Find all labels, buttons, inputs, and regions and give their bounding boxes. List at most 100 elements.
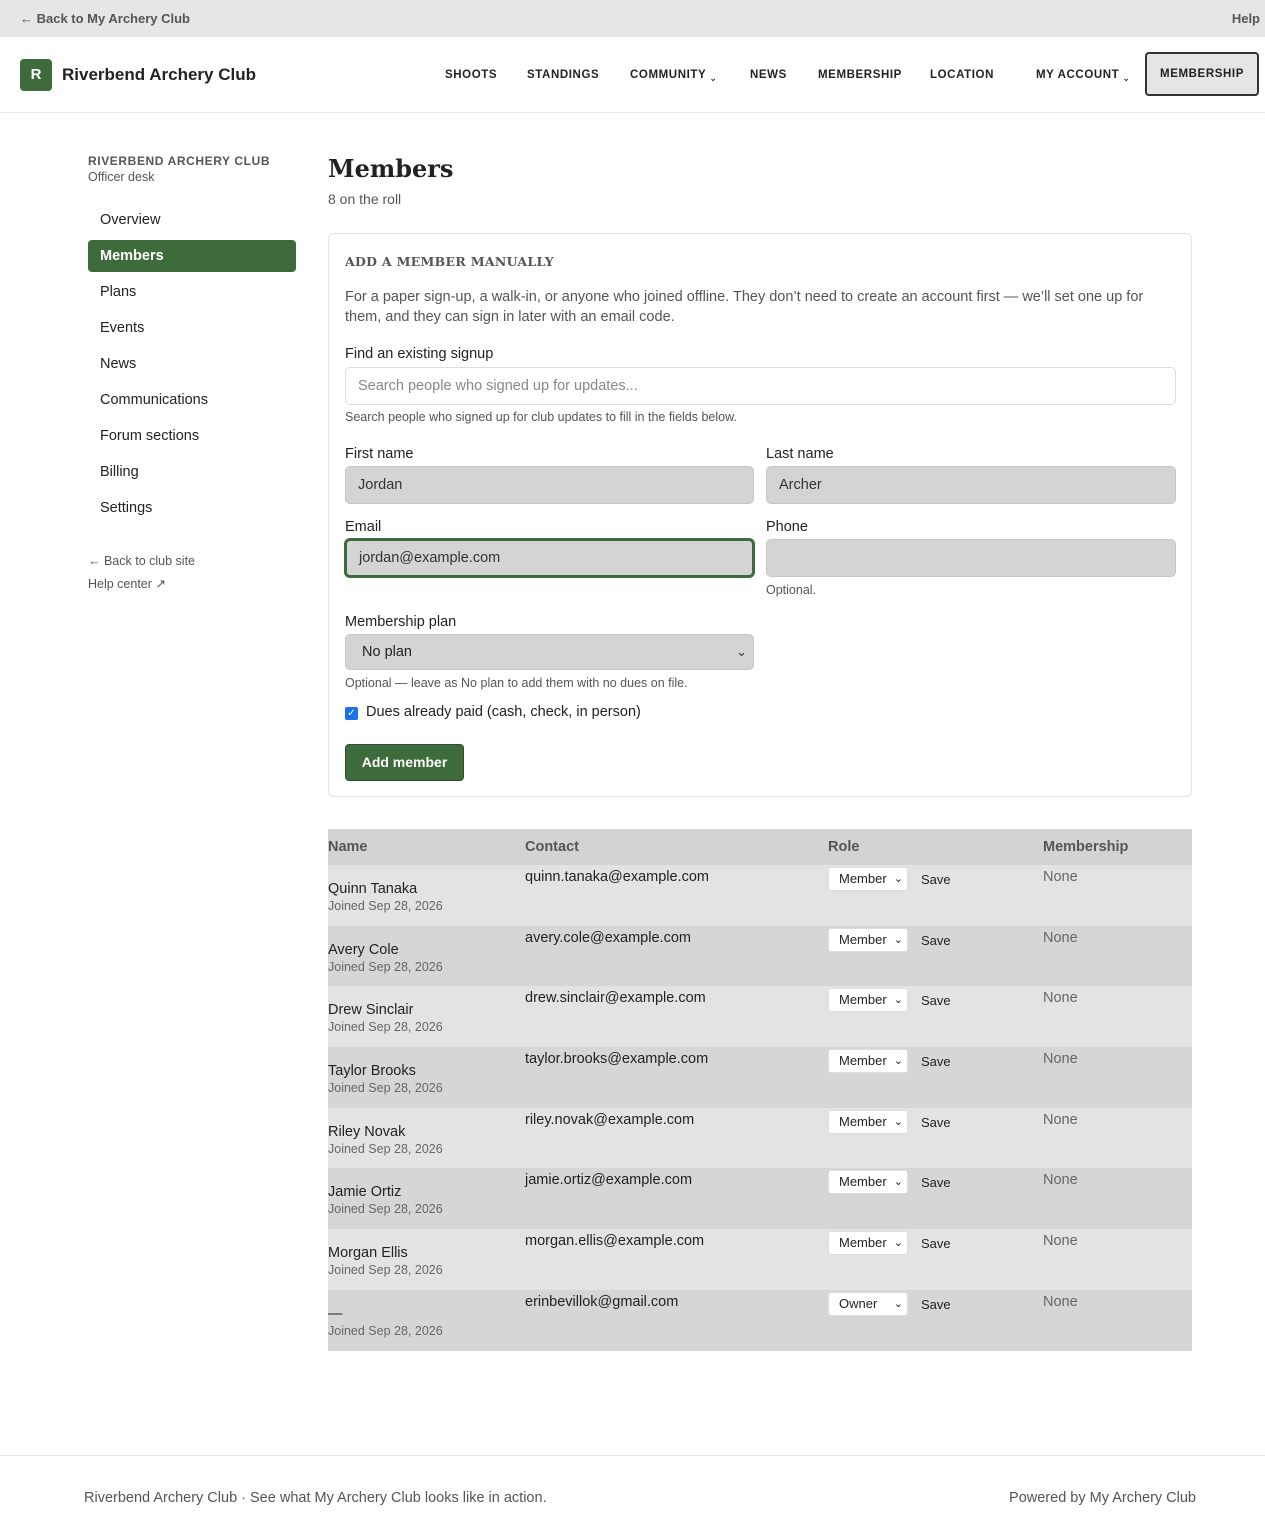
help-link[interactable]: Help: [1232, 11, 1260, 26]
column-membership[interactable]: Membership: [1043, 839, 1128, 855]
sidebar-links: ← Back to club site Help center ↗: [88, 554, 296, 591]
find-signup-search-input[interactable]: Search people who signed up for updates.…: [345, 367, 1176, 405]
role-select[interactable]: Owner ⌄: [828, 1291, 908, 1316]
member-membership: None: [1043, 1172, 1078, 1189]
sidebar-item-plans[interactable]: Plans: [88, 276, 296, 308]
role-select[interactable]: Member ⌄: [828, 1170, 908, 1195]
sidebar-nav: Overview Members Plans Events News Commu…: [88, 204, 296, 524]
first-name-label: First name: [345, 446, 414, 462]
chevron-down-icon: ⌄: [893, 1297, 903, 1310]
member-name[interactable]: Avery Cole: [328, 942, 399, 958]
role-select[interactable]: Member ⌄: [828, 867, 908, 891]
help-center-link[interactable]: Help center ↗: [88, 576, 296, 591]
add-member-description: For a paper sign-up, a walk-in, or anyon…: [345, 289, 1144, 325]
membership-plan-value: No plan: [362, 644, 412, 660]
nav-my-account[interactable]: MY ACCOUNT ⌄: [1036, 69, 1131, 83]
role-value: Owner: [839, 1295, 878, 1311]
member-email[interactable]: jamie.ortiz@example.com: [525, 1172, 692, 1188]
sidebar-item-billing[interactable]: Billing: [88, 456, 296, 488]
member-name[interactable]: —: [328, 1306, 343, 1322]
chevron-down-icon: ⌄: [1122, 73, 1131, 83]
last-name-input[interactable]: Archer: [766, 466, 1176, 504]
save-role-button[interactable]: Save: [921, 872, 951, 887]
role-value: Member: [839, 1174, 887, 1190]
phone-input[interactable]: [766, 539, 1176, 577]
member-membership: None: [1043, 990, 1078, 1007]
dues-paid-checkbox[interactable]: ✓: [345, 707, 358, 720]
member-email[interactable]: riley.novak@example.com: [525, 1112, 694, 1128]
member-email[interactable]: morgan.ellis@example.com: [525, 1233, 704, 1249]
sidebar-item-events[interactable]: Events: [88, 312, 296, 344]
role-select[interactable]: Member ⌄: [828, 927, 908, 952]
role-value: Member: [839, 871, 887, 886]
site-header: R Riverbend Archery Club SHOOTS STANDING…: [0, 37, 1265, 113]
member-email[interactable]: taylor.brooks@example.com: [525, 1051, 708, 1067]
email-input[interactable]: jordan@example.com: [345, 539, 754, 577]
member-joined-date: Joined Sep 28, 2026: [328, 1202, 443, 1217]
member-joined-date: Joined Sep 28, 2026: [328, 899, 443, 913]
save-role-button[interactable]: Save: [921, 1115, 951, 1130]
member-name[interactable]: Morgan Ellis: [328, 1245, 408, 1261]
table-row: Morgan Ellis Joined Sep 28, 2026 morgan.el…: [328, 1229, 1192, 1290]
role-select[interactable]: Member ⌄: [828, 1049, 908, 1074]
membership-plan-select[interactable]: No plan ⌄: [345, 634, 754, 670]
sidebar-item-communications[interactable]: Communications: [88, 384, 296, 416]
dues-paid-label[interactable]: Dues already paid (cash, check, in perso…: [366, 704, 641, 720]
role-select[interactable]: Member ⌄: [828, 988, 908, 1013]
member-joined-date: Joined Sep 28, 2026: [328, 1141, 443, 1156]
sidebar-item-settings[interactable]: Settings: [88, 492, 296, 524]
member-name[interactable]: Drew Sinclair: [328, 1002, 413, 1018]
member-email[interactable]: avery.cole@example.com: [525, 930, 691, 946]
save-role-button[interactable]: Save: [921, 1297, 951, 1312]
sidebar-item-members[interactable]: Members: [88, 240, 296, 272]
footer-text[interactable]: Riverbend Archery Club · See what My Arc…: [84, 1490, 547, 1506]
add-member-card: ADD A MEMBER MANUALLY For a paper sign-u…: [328, 233, 1192, 797]
save-role-button[interactable]: Save: [921, 993, 951, 1008]
member-name[interactable]: Riley Novak: [328, 1124, 405, 1140]
sidebar-item-forum-sections[interactable]: Forum sections: [88, 420, 296, 452]
nav-location[interactable]: LOCATION: [930, 69, 994, 81]
column-name[interactable]: Name: [328, 839, 368, 855]
column-contact[interactable]: Contact: [525, 839, 579, 855]
club-logo[interactable]: R: [20, 59, 52, 91]
nav-community[interactable]: COMMUNITY ⌄: [630, 69, 717, 83]
role-value: Member: [839, 931, 887, 947]
role-value: Member: [839, 992, 887, 1008]
nav-membership[interactable]: MEMBERSHIP: [818, 69, 902, 81]
nav-standings[interactable]: STANDINGS: [527, 69, 599, 81]
chevron-down-icon: ⌄: [893, 933, 903, 946]
member-name[interactable]: Taylor Brooks: [328, 1063, 416, 1079]
save-role-button[interactable]: Save: [921, 933, 951, 948]
column-role[interactable]: Role: [828, 839, 859, 855]
sidebar-item-overview[interactable]: Overview: [88, 204, 296, 236]
member-name[interactable]: Jamie Ortiz: [328, 1184, 401, 1200]
member-name[interactable]: Quinn Tanaka: [328, 881, 417, 897]
save-role-button[interactable]: Save: [921, 1175, 951, 1190]
powered-by-link[interactable]: Powered by My Archery Club: [1009, 1490, 1196, 1506]
nav-shoots[interactable]: SHOOTS: [445, 69, 497, 81]
save-role-button[interactable]: Save: [921, 1054, 951, 1069]
back-to-club-site-link[interactable]: ← Back to club site: [88, 554, 296, 568]
member-email[interactable]: drew.sinclair@example.com: [525, 990, 706, 1006]
find-signup-label: Find an existing signup: [345, 346, 494, 362]
page-title: Members: [328, 154, 454, 183]
role-select[interactable]: Member ⌄: [828, 1231, 908, 1256]
club-name[interactable]: Riverbend Archery Club: [62, 65, 256, 85]
member-joined-date: Joined Sep 28, 2026: [328, 1323, 443, 1338]
member-email[interactable]: erinbevillok@gmail.com: [525, 1294, 678, 1310]
member-membership: None: [1043, 869, 1078, 885]
member-joined-date: Joined Sep 28, 2026: [328, 1081, 443, 1096]
back-to-platform-link[interactable]: ← Back to My Archery Club: [20, 11, 190, 26]
sidebar-item-news[interactable]: News: [88, 348, 296, 380]
nav-news[interactable]: NEWS: [750, 69, 787, 81]
member-email[interactable]: quinn.tanaka@example.com: [525, 869, 709, 885]
first-name-input[interactable]: Jordan: [345, 466, 754, 504]
membership-plan-label: Membership plan: [345, 614, 457, 630]
membership-cta-button[interactable]: MEMBERSHIP: [1145, 52, 1259, 96]
member-membership: None: [1043, 1293, 1078, 1310]
save-role-button[interactable]: Save: [921, 1236, 951, 1251]
add-member-button[interactable]: Add member: [345, 744, 464, 781]
role-select[interactable]: Member ⌄: [828, 1109, 908, 1134]
role-value: Member: [839, 1053, 887, 1069]
last-name-label: Last name: [766, 446, 834, 462]
